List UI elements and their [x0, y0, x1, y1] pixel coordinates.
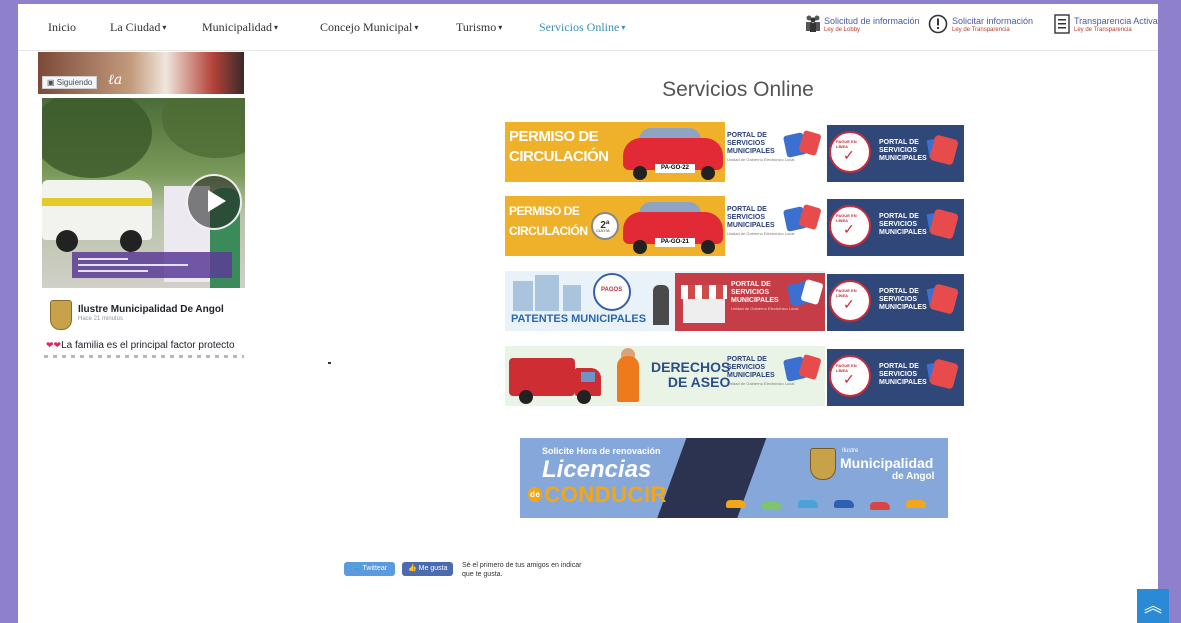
nav-item-turismo[interactable]: Turismo ▾ [456, 20, 502, 35]
top-link-transparencia-activa[interactable]: Transparencia Activa Ley de Transparenci… [1054, 14, 1158, 40]
caret-down-icon: ▾ [621, 23, 626, 32]
thumbs-up-icon: 👍 [408, 565, 419, 572]
heart-icon: ❤❤ [46, 340, 62, 350]
nav-item-servicios-online[interactable]: Servicios Online ▾ [539, 20, 625, 35]
banner-licencias-conducir[interactable]: Solicite Hora de renovación Licencias de… [520, 438, 948, 518]
top-link-lobby[interactable]: Solicitud de información Ley de Lobby [804, 14, 920, 40]
cuota-badge: 2ª [591, 212, 619, 240]
pay-online-seal-icon: PAGUE EN LÍNEA ✓ [829, 280, 871, 322]
businessman-icon [653, 285, 669, 325]
nav-item-la-ciudad[interactable]: La Ciudad ▾ [110, 20, 166, 35]
facebook-post-text: ❤❤La familia es el principal factor prot… [46, 340, 235, 351]
page: Inicio La Ciudad ▾ Municipalidad ▾ Concejo… [18, 4, 1158, 623]
tweet-button[interactable]: 🐦 Twittear [344, 562, 396, 576]
cover-decoration: ℓa [108, 72, 123, 88]
pay-online-seal-icon: PAGUE EN LÍNEA ✓ [829, 355, 871, 397]
page-title: Servicios Online [662, 78, 814, 101]
puzzle-icon [929, 208, 959, 240]
double-chevron-up-icon: ︽ [1144, 596, 1162, 616]
nav-item-municipalidad[interactable]: Municipalidad ▾ [202, 20, 278, 35]
post-time[interactable]: Hace 21 minutos [78, 316, 123, 322]
car-icon [834, 500, 854, 508]
puzzle-icon [929, 358, 959, 390]
facebook-like-button[interactable]: 👍 Me gusta [402, 562, 454, 576]
truncated-text-line [44, 355, 244, 358]
like-message: Sé el primero de tus amigos en indicar q… [462, 562, 582, 578]
car-icon [870, 502, 890, 510]
twitter-icon: 🐦 [352, 565, 363, 572]
shop-awning-icon [681, 285, 727, 299]
car-icon [726, 500, 746, 508]
facebook-cover-image: ℓa ▣ Siguiendo [38, 52, 244, 94]
car-icon [762, 502, 782, 510]
follow-button[interactable]: ▣ Siguiendo [42, 76, 98, 89]
banner-permiso-circulacion-2-cuota[interactable]: PERMISO DE CIRCULACIÓN 2ª CUOTA PA-GO-21 … [505, 196, 965, 256]
banner-derechos-aseo[interactable]: DERECHOS DE ASEO PORTAL DE SERVICIOS MUNICI… [505, 346, 965, 406]
car-icon [798, 500, 818, 508]
nav-item-inicio[interactable]: Inicio [48, 20, 76, 35]
top-link-solicitar-informacion[interactable]: Solicitar información Ley de Transparenc… [928, 14, 1038, 40]
info-icon [928, 14, 948, 34]
banner-patentes-municipales[interactable]: PAGOS PATENTES MUNICIPALES PORTAL DE SERV… [505, 271, 965, 331]
municipality-crest-icon[interactable] [50, 300, 72, 330]
document-icon [1054, 14, 1070, 34]
caret-down-icon: ▾ [273, 23, 278, 32]
pay-online-seal-icon: PAGUE EN LÍNEA ✓ [829, 131, 871, 173]
people-icon [806, 15, 820, 32]
caret-down-icon: ▾ [414, 23, 419, 32]
play-icon[interactable] [186, 174, 242, 230]
facebook-page-header: Ilustre Municipalidad De Angol Hace 21 m… [50, 300, 250, 334]
facebook-page-widget: ℓa ▣ Siguiendo Ilustre Municipalidad De … [38, 52, 245, 364]
road-graphic [649, 438, 771, 518]
pagos-seal-icon: PAGOS [593, 273, 631, 311]
follow-icon: ▣ [47, 78, 57, 87]
video-caption [72, 252, 232, 278]
worker-icon [617, 356, 639, 402]
facebook-video-thumbnail[interactable] [42, 98, 245, 288]
banner-permiso-circulacion[interactable]: PERMISO DE CIRCULACIÓN PA-GO-22 PORTAL DE… [505, 122, 965, 182]
municipality-crest-icon [810, 448, 836, 480]
puzzle-icon [929, 283, 959, 315]
garbage-truck-icon [509, 358, 575, 396]
puzzle-icon [929, 134, 959, 166]
pay-online-seal-icon: PAGUE EN LÍNEA ✓ [829, 205, 871, 247]
divider-dot [328, 362, 331, 364]
nav-item-concejo-municipal[interactable]: Concejo Municipal ▾ [320, 20, 418, 35]
caret-down-icon: ▾ [162, 23, 167, 32]
caret-down-icon: ▾ [498, 23, 503, 32]
car-icon [906, 500, 926, 508]
facebook-page-name[interactable]: Ilustre Municipalidad De Angol [78, 304, 224, 315]
scroll-to-top-button[interactable]: ︽ [1137, 589, 1169, 623]
main-nav: Inicio La Ciudad ▾ Municipalidad ▾ Concejo… [18, 4, 1158, 51]
